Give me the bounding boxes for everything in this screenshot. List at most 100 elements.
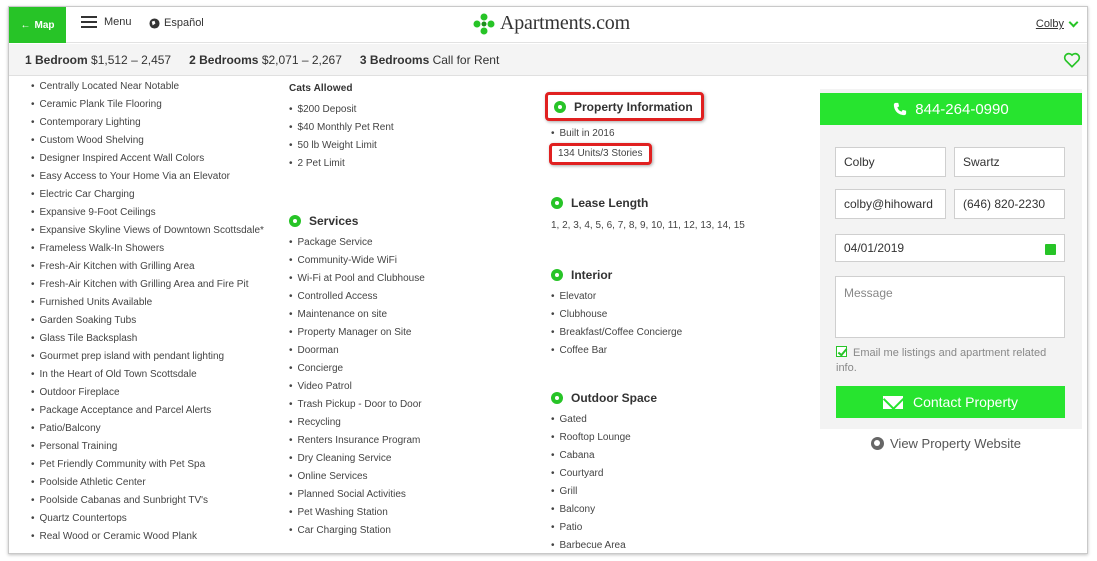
outdoor-icon bbox=[551, 392, 563, 404]
arrow-left-icon: ← bbox=[20, 19, 31, 31]
interior-item: Breakfast/Coffee Concierge bbox=[551, 324, 801, 342]
map-label: Map bbox=[34, 19, 55, 31]
price-bar: 1 Bedroom $1,512 – 2,457 2 Bedrooms $2,0… bbox=[9, 44, 1087, 76]
opt-in-checkbox[interactable] bbox=[836, 346, 847, 357]
service-item: Video Patrol bbox=[289, 378, 519, 396]
lease-length-heading: Lease Length bbox=[551, 193, 801, 213]
pet-policy-item: $40 Monthly Pet Rent bbox=[289, 119, 519, 137]
view-website-link[interactable]: View Property Website bbox=[871, 436, 1021, 451]
services-list: Package ServiceCommunity-Wide WiFiWi-Fi … bbox=[289, 234, 519, 540]
price-1br: 1 Bedroom $1,512 – 2,457 bbox=[25, 52, 172, 67]
units-stories: 134 Units/3 Stories bbox=[558, 148, 643, 159]
feature-item: Frameless Walk-In Showers bbox=[31, 240, 281, 258]
menu-button[interactable]: Menu bbox=[81, 16, 132, 28]
pets-services-column: Cats Allowed $200 Deposit$40 Monthly Pet… bbox=[289, 80, 519, 540]
feature-item: Easy Access to Your Home Via an Elevator bbox=[31, 168, 281, 186]
user-name: Colby bbox=[1035, 18, 1064, 30]
feature-item: In the Heart of Old Town Scottsdale bbox=[31, 366, 281, 384]
feature-item: Furnished Units Available bbox=[31, 294, 281, 312]
property-details-column: Property Information Built in 2016 134 U… bbox=[545, 92, 801, 553]
features-column: Centrally Located Near NotableCeramic Pl… bbox=[31, 78, 281, 546]
service-item: Concierge bbox=[289, 360, 519, 378]
feature-item: Patio/Balcony bbox=[31, 420, 281, 438]
service-item: Dry Cleaning Service bbox=[289, 450, 519, 468]
globe-icon bbox=[149, 17, 160, 29]
services-heading: Services bbox=[289, 211, 519, 231]
interior-icon bbox=[551, 269, 563, 281]
message-textarea[interactable]: Message bbox=[835, 276, 1065, 338]
globe-icon bbox=[871, 437, 884, 450]
lease-length-values: 1, 2, 3, 4, 5, 6, 7, 8, 9, 10, 11, 12, 1… bbox=[551, 220, 745, 231]
service-item: Planned Social Activities bbox=[289, 486, 519, 504]
email-input[interactable]: colby@hihoward bbox=[835, 189, 946, 219]
pet-policy-item: $200 Deposit bbox=[289, 101, 519, 119]
envelope-icon bbox=[882, 395, 903, 409]
service-item: Controlled Access bbox=[289, 288, 519, 306]
opt-in-label: Email me listings and apartment related … bbox=[836, 347, 1047, 374]
calendar-picker-icon[interactable] bbox=[1045, 244, 1056, 255]
feature-item: Outdoor Fireplace bbox=[31, 384, 281, 402]
pet-policy-item: 2 Pet Limit bbox=[289, 155, 519, 173]
interior-item: Coffee Bar bbox=[551, 342, 801, 360]
opt-in-row[interactable]: Email me listings and apartment related … bbox=[836, 346, 1066, 376]
outdoor-item: Gated bbox=[551, 411, 801, 429]
feature-item: Poolside Cabanas and Sunbright TV's bbox=[31, 492, 281, 510]
map-button[interactable]: ← Map bbox=[9, 7, 66, 43]
outdoor-item: Patio bbox=[551, 519, 801, 537]
service-item: Package Service bbox=[289, 234, 519, 252]
feature-item: Custom Wood Shelving bbox=[31, 132, 281, 150]
built-year: Built in 2016 bbox=[551, 125, 801, 143]
browser-frame: ← Map Menu Español Apartments.com Colby bbox=[8, 6, 1088, 554]
property-info-highlight: Property Information bbox=[545, 92, 704, 121]
user-menu[interactable]: Colby bbox=[1035, 17, 1079, 30]
feature-item: Quartz Countertops bbox=[31, 510, 281, 528]
pet-policy-item: 50 lb Weight Limit bbox=[289, 137, 519, 155]
interior-heading: Interior bbox=[551, 265, 801, 285]
contact-property-button[interactable]: Contact Property bbox=[836, 386, 1065, 418]
outdoor-list: GatedRooftop LoungeCabanaCourtyardGrillB… bbox=[551, 411, 801, 553]
feature-item: Ceramic Plank Tile Flooring bbox=[31, 96, 281, 114]
feature-item: Expansive Skyline Views of Downtown Scot… bbox=[31, 222, 281, 240]
feature-item: Pet Friendly Community with Pet Spa bbox=[31, 456, 281, 474]
language-button[interactable]: Español bbox=[149, 17, 204, 29]
cats-allowed-heading: Cats Allowed bbox=[289, 83, 353, 94]
feature-item: Garden Soaking Tubs bbox=[31, 312, 281, 330]
service-item: Renters Insurance Program bbox=[289, 432, 519, 450]
move-in-date-input[interactable]: 04/01/2019 bbox=[835, 234, 1065, 262]
price-3br: 3 Bedrooms Call for Rent bbox=[359, 52, 500, 67]
property-info-list: Built in 2016 bbox=[551, 125, 801, 143]
site-logo[interactable]: Apartments.com bbox=[473, 12, 630, 35]
menu-label: Menu bbox=[104, 16, 132, 28]
feature-item: Personal Training bbox=[31, 438, 281, 456]
phone-number: 844-264-0990 bbox=[915, 100, 1009, 118]
phone-icon bbox=[894, 102, 907, 116]
outdoor-heading: Outdoor Space bbox=[551, 388, 801, 408]
interior-list: ElevatorClubhouseBreakfast/Coffee Concie… bbox=[551, 288, 801, 360]
favorite-heart-icon[interactable] bbox=[1063, 51, 1081, 69]
first-name-input[interactable]: Colby bbox=[835, 147, 946, 177]
logo-text: Apartments.com bbox=[500, 12, 630, 34]
outdoor-item: Cabana bbox=[551, 447, 801, 465]
services-icon bbox=[289, 215, 301, 227]
top-navigation: ← Map Menu Español Apartments.com Colby bbox=[9, 7, 1087, 43]
feature-item: Designer Inspired Accent Wall Colors bbox=[31, 150, 281, 168]
last-name-input[interactable]: Swartz bbox=[954, 147, 1065, 177]
service-item: Doorman bbox=[289, 342, 519, 360]
service-item: Wi-Fi at Pool and Clubhouse bbox=[289, 270, 519, 288]
feature-item: Package Acceptance and Parcel Alerts bbox=[31, 402, 281, 420]
outdoor-item: Courtyard bbox=[551, 465, 801, 483]
feature-item: Real Wood or Ceramic Wood Plank bbox=[31, 528, 281, 546]
call-button[interactable]: 844-264-0990 bbox=[820, 93, 1082, 125]
service-item: Car Charging Station bbox=[289, 522, 519, 540]
interior-item: Elevator bbox=[551, 288, 801, 306]
feature-item: Glass Tile Backsplash bbox=[31, 330, 281, 348]
outdoor-item: Barbecue Area bbox=[551, 537, 801, 553]
calendar-icon bbox=[551, 197, 563, 209]
outdoor-item: Balcony bbox=[551, 501, 801, 519]
hamburger-icon bbox=[81, 16, 97, 28]
feature-item: Fresh-Air Kitchen with Grilling Area bbox=[31, 258, 281, 276]
feature-item: Gourmet prep island with pendant lightin… bbox=[31, 348, 281, 366]
feature-item: Poolside Athletic Center bbox=[31, 474, 281, 492]
phone-input[interactable]: (646) 820-2230 bbox=[954, 189, 1065, 219]
logo-mark-icon bbox=[473, 13, 495, 34]
